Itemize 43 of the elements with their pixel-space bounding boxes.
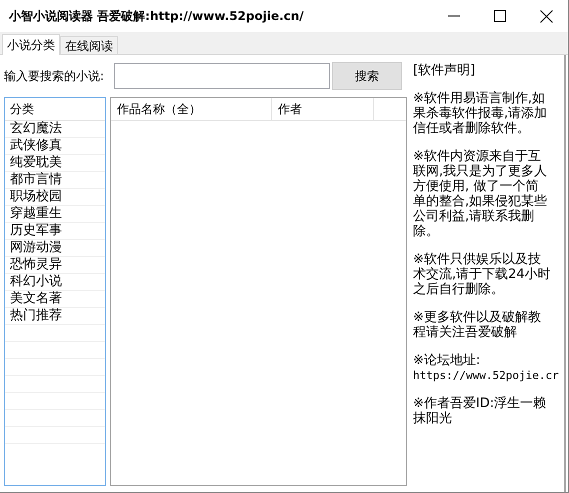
search-label: 输入要搜索的小说: — [4, 68, 106, 84]
notice-text: ※软件用易语言制作,如 — [413, 91, 546, 106]
tab[interactable]: 小说分类 — [2, 34, 60, 55]
notice-text: 程请关注吾爱破解 — [413, 325, 518, 340]
notice-text: 术交流,请于下载24小时 — [413, 267, 552, 282]
notice-text: ※软件内资源来自于互 — [413, 149, 542, 164]
category-item[interactable]: 网游动漫 — [5, 240, 105, 257]
category-item[interactable]: 科幻小说 — [5, 274, 105, 291]
notice-text: ※软件只供娱乐以及技 — [413, 252, 542, 267]
notice-text: 除。 — [413, 224, 440, 239]
notice-text: 信任或者删除软件。 — [413, 121, 531, 136]
category-item[interactable]: 都市言情 — [5, 172, 105, 189]
list-header: 分类 — [5, 98, 105, 121]
notice-text: 公司利益,请联系我删 — [413, 209, 536, 224]
search-field[interactable] — [114, 63, 330, 89]
category-item[interactable]: 恐怖灵异 — [5, 257, 105, 274]
window-title: 小智小说阅读器 吾爱破解:http://www.52pojie.cn/ — [9, 8, 304, 24]
search-button[interactable]: 搜索 — [332, 62, 402, 90]
notice-text: ※论坛地址: — [413, 353, 482, 368]
column-header[interactable]: 作者 — [272, 98, 374, 120]
notice-text: 之后自行删除。 — [413, 282, 505, 297]
category-item[interactable]: 纯爱耽美 — [5, 155, 105, 172]
notice-text: ※作者吾爱ID:浮生一赖 — [413, 396, 548, 411]
notice-text: 方便使用, 做了一个简 — [413, 179, 540, 194]
maximize-icon[interactable] — [494, 10, 506, 22]
notice-text: ※更多软件以及破解教 — [413, 310, 542, 325]
notice-text: 联网,我只是为了更多人 — [413, 164, 548, 179]
minimize-icon[interactable] — [448, 15, 460, 17]
category-item[interactable]: 美文名著 — [5, 291, 105, 308]
notice-text: 抹阳光 — [413, 411, 453, 426]
category-item[interactable]: 武侠修真 — [5, 138, 105, 155]
close-icon[interactable] — [540, 10, 553, 22]
notice-text: 果杀毒软件报毒,请添加 — [413, 106, 548, 121]
category-item[interactable]: 历史军事 — [5, 223, 105, 240]
tab[interactable]: 在线阅读 — [60, 36, 118, 54]
category-item[interactable]: 职场校园 — [5, 189, 105, 206]
category-item[interactable]: 热门推荐 — [5, 308, 105, 325]
notice-text: 单的整合,如果侵犯某些 — [413, 194, 548, 209]
notice-text: https://www.52pojie.cr — [413, 368, 560, 383]
category-item[interactable]: 玄幻魔法 — [5, 121, 105, 138]
column-header[interactable]: 作品名称（全） — [111, 98, 272, 120]
notice-text: [软件声明] — [413, 63, 476, 78]
category-item[interactable]: 穿越重生 — [5, 206, 105, 223]
